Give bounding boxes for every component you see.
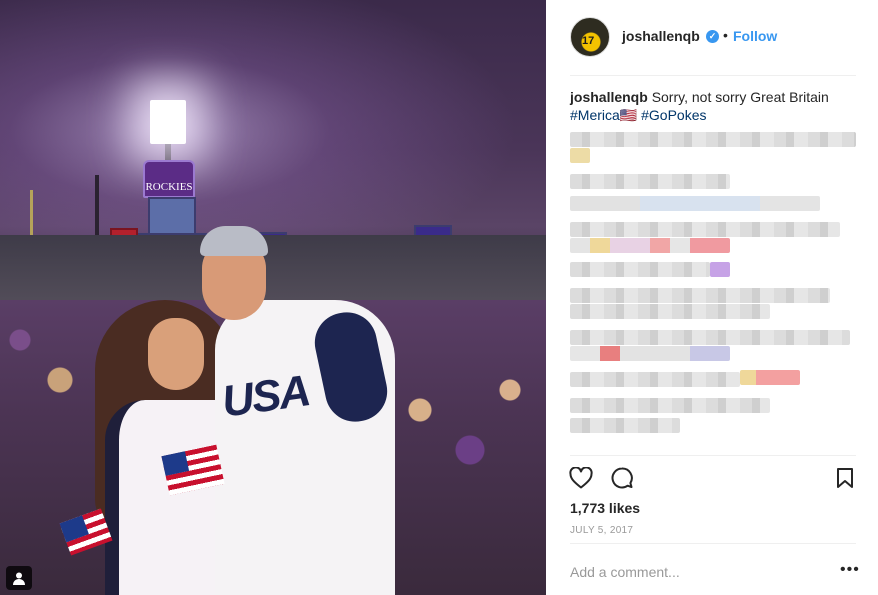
blurred-comment — [570, 372, 740, 387]
verified-badge-icon: ✓ — [706, 30, 719, 43]
blurred-comment — [740, 370, 800, 385]
blurred-comment — [710, 262, 730, 277]
avatar[interactable]: 17 — [570, 17, 610, 57]
man-cap — [200, 226, 268, 256]
comment-divider — [570, 543, 856, 544]
post-header: 17 joshallenqb ✓ • Follow — [546, 0, 878, 75]
blurred-comment — [570, 238, 730, 253]
blurred-comment — [570, 196, 820, 211]
post-actions — [546, 462, 878, 492]
caption-username[interactable]: joshallenqb — [570, 89, 648, 105]
blurred-comment — [570, 398, 770, 413]
blurred-comment — [570, 222, 840, 237]
video-board — [148, 197, 196, 235]
comment-bubble-icon[interactable] — [609, 465, 635, 491]
person-tag-icon[interactable] — [6, 566, 32, 590]
header-separator: • — [723, 27, 728, 43]
hashtag-merica[interactable]: #Merica🇺🇸 — [570, 107, 637, 123]
bookmark-icon[interactable] — [832, 465, 858, 491]
add-comment-input[interactable]: Add a comment... — [570, 564, 680, 580]
blurred-comment — [570, 418, 680, 433]
blurred-comment — [570, 148, 590, 163]
more-options-button[interactable]: ••• — [840, 561, 860, 579]
blurred-comment — [570, 174, 730, 189]
post-photo[interactable]: ROCKIES USA — [0, 0, 546, 595]
rockies-sign: ROCKIES — [143, 160, 195, 198]
post-caption: joshallenqb Sorry, not sorry Great Brita… — [570, 88, 860, 124]
stadium-light — [150, 100, 186, 144]
woman-face — [148, 318, 204, 390]
post-date[interactable]: July 5, 2017 — [570, 525, 633, 536]
header-divider — [570, 75, 856, 76]
blurred-comment — [570, 330, 850, 345]
instagram-post: ROCKIES USA 17 joshallenqb ✓ • Follow jo… — [0, 0, 878, 595]
actions-divider — [570, 455, 856, 456]
heart-icon[interactable] — [568, 465, 594, 491]
blurred-comment — [570, 132, 856, 147]
blurred-comment — [570, 304, 770, 319]
post-username[interactable]: joshallenqb — [622, 28, 700, 44]
caption-text: Sorry, not sorry Great Britain — [651, 89, 829, 105]
likes-count[interactable]: 1,773 likes — [570, 500, 640, 516]
blurred-comment — [570, 288, 830, 303]
avatar-jersey-number: 17 — [582, 35, 595, 47]
blurred-comment — [570, 262, 710, 277]
post-side-panel: 17 joshallenqb ✓ • Follow joshallenqb So… — [546, 0, 878, 595]
hashtag-gopokes[interactable]: #GoPokes — [641, 107, 706, 123]
follow-button[interactable]: Follow — [733, 28, 777, 44]
blurred-comment — [570, 346, 730, 361]
